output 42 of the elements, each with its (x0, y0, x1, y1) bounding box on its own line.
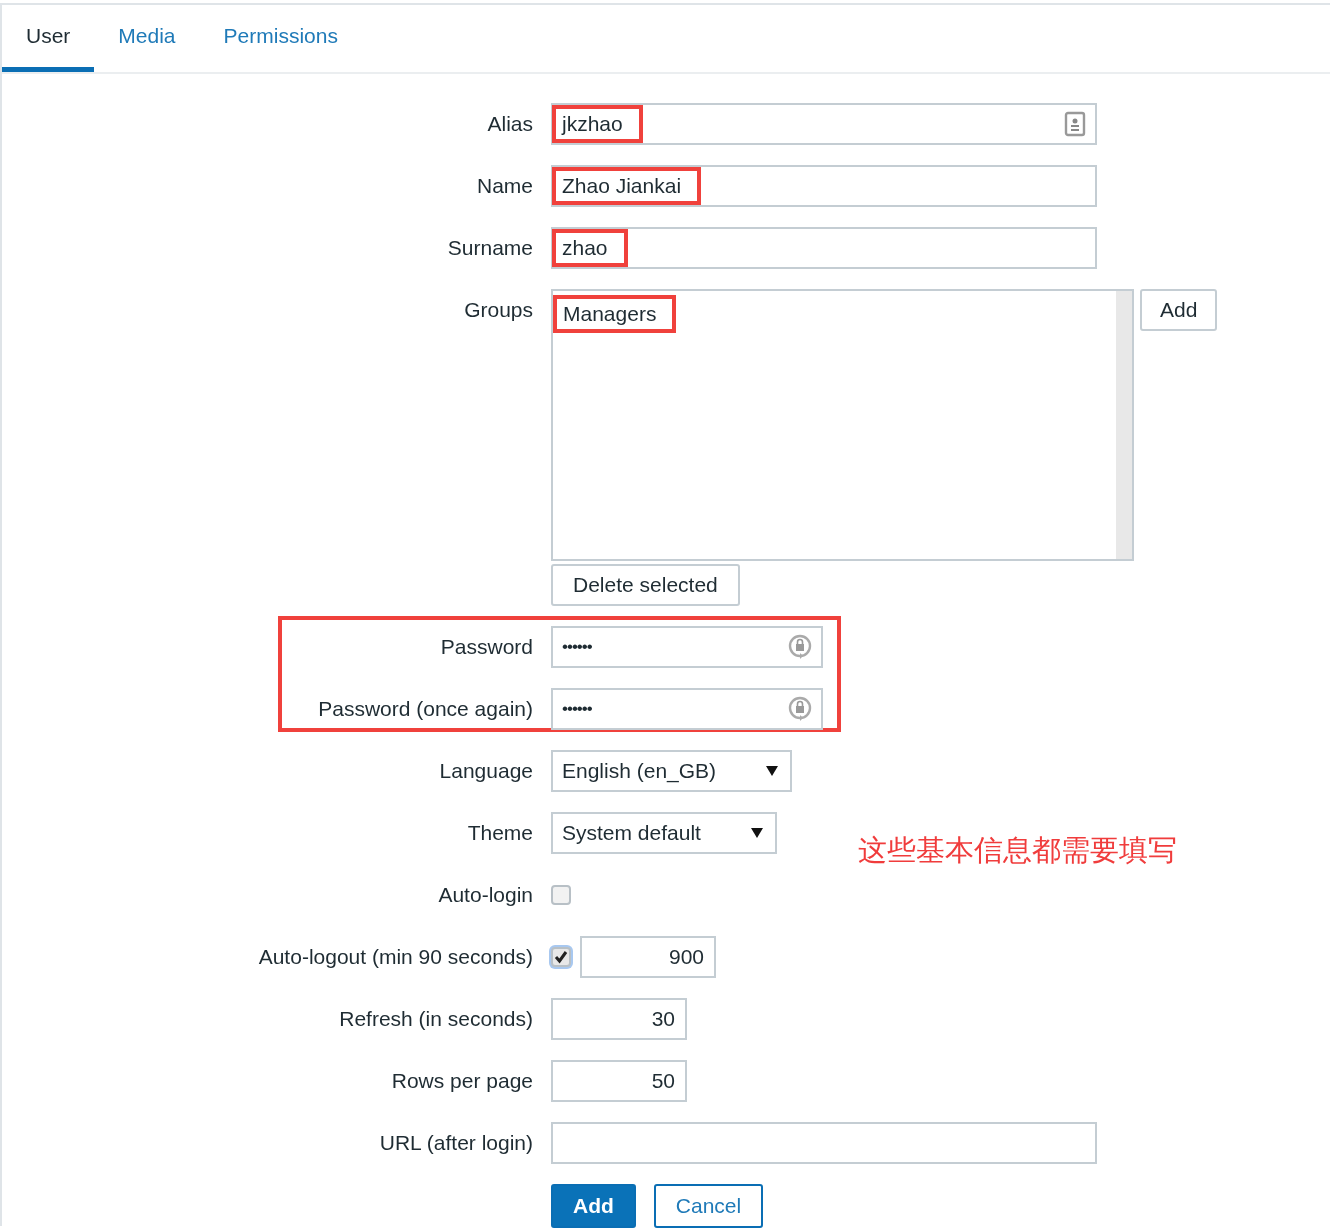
caret-icon (750, 828, 763, 838)
field-label: Name (475, 173, 533, 199)
lock-icon[interactable] (788, 696, 812, 722)
checkbox[interactable] (551, 947, 571, 967)
add-button[interactable]: Add (551, 1184, 636, 1228)
field-label: Auto-logout (min 90 seconds) (257, 944, 533, 970)
caret-icon (766, 766, 779, 776)
text-field[interactable]: jkzhao (551, 103, 1097, 145)
checkbox[interactable] (551, 885, 571, 905)
field-label: Rows per page (390, 1068, 533, 1094)
dropdown[interactable]: English (en_GB) (551, 750, 793, 792)
field-label: Password (439, 634, 533, 660)
field-label: Alias (486, 111, 533, 137)
field-label: Groups (463, 297, 533, 323)
number-field[interactable]: 30 (551, 998, 687, 1040)
tab[interactable]: Permissions (199, 5, 362, 72)
text-field[interactable]: zhao (551, 227, 1097, 269)
password-field[interactable]: •••••• (551, 626, 823, 668)
field-label: Theme (466, 820, 533, 846)
scrollbar[interactable] (1116, 291, 1132, 559)
field-label: Refresh (in seconds) (338, 1006, 533, 1032)
password-field[interactable]: •••••• (551, 688, 823, 730)
tab[interactable]: Media (94, 5, 200, 72)
tab[interactable]: User (2, 5, 95, 72)
text-field[interactable]: Zhao Jiankai (551, 165, 1097, 207)
add-button[interactable]: Add (1140, 289, 1218, 331)
text-field[interactable] (551, 1122, 1097, 1164)
field-label: Language (438, 758, 533, 784)
field-label: URL (after login) (378, 1130, 533, 1156)
field-label: Surname (446, 235, 533, 261)
group-list-box[interactable]: Managers (551, 289, 1134, 561)
cancel-button[interactable]: Cancel (653, 1184, 764, 1228)
number-field[interactable]: 900 (580, 936, 716, 978)
dropdown[interactable]: System default (551, 812, 777, 854)
list-item[interactable]: Managers (553, 295, 1116, 333)
lock-icon[interactable] (788, 634, 812, 660)
delete-selected-button[interactable]: Delete selected (551, 564, 740, 606)
annotation-note: 这些基本信息都需要填写 (858, 833, 1177, 868)
contact-card-icon[interactable] (1064, 111, 1086, 137)
number-field[interactable]: 50 (551, 1060, 687, 1102)
field-label: Password (once again) (317, 696, 533, 722)
field-label: Auto-login (437, 882, 533, 908)
